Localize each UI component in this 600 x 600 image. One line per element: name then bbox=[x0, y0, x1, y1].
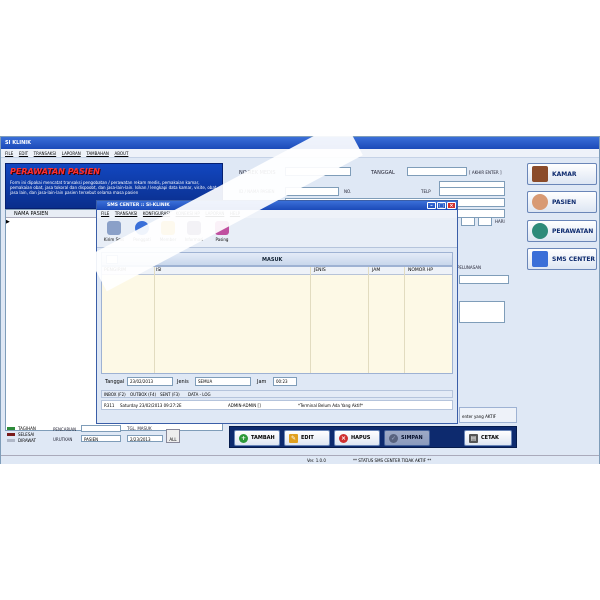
tambah-button[interactable]: + TAMBAH bbox=[234, 430, 280, 446]
door-icon bbox=[532, 166, 548, 182]
action-toolbar: + TAMBAH ✎ EDIT × HAPUS ✓ SIMPAN ▤ CETAK bbox=[229, 426, 517, 448]
hari-input-b[interactable] bbox=[478, 217, 492, 226]
pencil-icon: ✎ bbox=[289, 433, 298, 443]
telp-input[interactable] bbox=[439, 187, 505, 196]
sms-menu-transaksi[interactable]: TRANSAKSI bbox=[115, 211, 137, 216]
tab-outbox[interactable]: OUTBOX (F4) bbox=[130, 392, 156, 397]
nurse-icon bbox=[532, 223, 548, 239]
send-icon bbox=[107, 221, 121, 235]
all-button[interactable]: ALL bbox=[166, 429, 180, 443]
status-user: ADMIN-ADMIN [] bbox=[228, 403, 261, 408]
col-jenis: JENIS bbox=[314, 268, 326, 273]
status-bar: Ver. 1.0.0 ** STATUS SMS CENTER TIDAK AK… bbox=[1, 455, 599, 464]
pasien-button[interactable]: PASIEN bbox=[527, 191, 597, 213]
col-isi: ISI bbox=[156, 268, 162, 273]
hari-label: HARI bbox=[495, 219, 505, 224]
sms-menu-file[interactable]: FILE bbox=[101, 211, 109, 216]
simpan-button[interactable]: ✓ SIMPAN bbox=[384, 430, 430, 446]
phone-icon bbox=[532, 251, 548, 267]
col-nama-pasien: NAMA PASIEN bbox=[14, 211, 49, 217]
menu-file[interactable]: FILE bbox=[5, 151, 13, 156]
col-divider bbox=[154, 267, 155, 373]
pencarian-input[interactable] bbox=[81, 425, 121, 432]
form-header-desc: Form ini dipakai mencatat transaksi peng… bbox=[10, 180, 218, 195]
version-text: Ver. 1.0.0 bbox=[307, 458, 326, 463]
tgl-masuk-label: TGL. MASUK bbox=[127, 426, 152, 431]
sms-center-button[interactable]: SMS CENTER bbox=[527, 248, 597, 270]
sms-menu-bar: FILE TRANSAKSI KONFIGURASI KONEKSI HP LA… bbox=[97, 210, 457, 218]
tab-sent[interactable]: SENT (F3) bbox=[160, 392, 180, 397]
col-jam: JAM bbox=[372, 268, 381, 273]
form-header-title: PERAWATAN PASIEN bbox=[10, 167, 100, 176]
printer-icon: ▤ bbox=[469, 433, 478, 443]
no-label: NO. bbox=[344, 189, 352, 194]
akhir-enter-hint: [ AKHIR ENTER ] bbox=[469, 170, 502, 175]
menu-edit[interactable]: EDIT bbox=[19, 151, 28, 156]
legend-swatch bbox=[7, 426, 15, 430]
panel-title: MASUK bbox=[262, 257, 283, 263]
center-aktif-text: enter yang AKTIF bbox=[462, 414, 497, 419]
jenis-filter-select[interactable]: SEMUA bbox=[195, 377, 251, 386]
message-filter: Tanggal 23/02/2013 Jenis SEMUA Jam 00:23 bbox=[101, 376, 453, 388]
status-terminal: *Terminal Belum Ada Yang Aktif* bbox=[298, 403, 363, 408]
tgl-masuk-date[interactable]: 2/23/2013 bbox=[127, 435, 163, 442]
sms-window-title: SMS CENTER :: SI-KLINIK – □ × bbox=[97, 201, 457, 210]
tab-inbox[interactable]: INBOX (F2) bbox=[104, 392, 126, 397]
close-icon[interactable]: × bbox=[447, 202, 456, 209]
cetak-button[interactable]: ▤ CETAK bbox=[464, 430, 512, 446]
jam-filter-label: Jam bbox=[257, 379, 267, 385]
status-datetime: Saturday 23/02/2013 09:27:2E bbox=[120, 403, 182, 408]
sms-tabs: INBOX (F2) OUTBOX (F4) SENT (F3) DATA - … bbox=[101, 390, 453, 398]
col-nomor-hp: NOMOR HP bbox=[408, 268, 433, 273]
patient-icon bbox=[532, 194, 548, 210]
delete-icon: × bbox=[339, 433, 348, 443]
urutkan-label: URUTKAN bbox=[53, 437, 73, 442]
legend-swatch bbox=[7, 432, 15, 436]
col-divider bbox=[404, 267, 405, 373]
urutkan-select[interactable]: PASIEN bbox=[81, 435, 121, 442]
legend-item: DIRAWAT bbox=[7, 437, 36, 443]
keterangan-input[interactable] bbox=[459, 301, 505, 323]
pencarian-label: PENCARIAN bbox=[53, 427, 77, 432]
jenis-filter-label: Jenis bbox=[177, 379, 189, 385]
col-divider bbox=[368, 267, 369, 373]
plus-icon: + bbox=[239, 433, 248, 443]
check-icon: ✓ bbox=[389, 433, 398, 443]
tanggal-filter-select[interactable]: 23/02/2013 bbox=[127, 377, 173, 386]
sms-status-bar: R311 Saturday 23/02/2013 09:27:2E ADMIN-… bbox=[101, 400, 453, 410]
maximize-icon[interactable]: □ bbox=[437, 202, 446, 209]
col-divider bbox=[310, 267, 311, 373]
status-code: R311 bbox=[104, 403, 115, 408]
legend-swatch bbox=[7, 438, 15, 442]
edit-button[interactable]: ✎ EDIT bbox=[284, 430, 330, 446]
jam-filter-select[interactable]: 00:23 bbox=[273, 377, 297, 386]
kamar-button[interactable]: KAMAR bbox=[527, 163, 597, 185]
center-aktif-box: enter yang AKTIF bbox=[459, 407, 517, 423]
pelunasan-input[interactable] bbox=[459, 275, 509, 284]
message-grid[interactable]: PENGIRIM ISI JENIS JAM NOMOR HP bbox=[101, 266, 453, 374]
tanggal-filter-label: Tanggal bbox=[105, 379, 125, 385]
minimize-icon[interactable]: – bbox=[427, 202, 436, 209]
tab-data-log[interactable]: DATA - LOG bbox=[188, 392, 211, 397]
sms-status-text: ** STATUS SMS CENTER TIDAK AKTIF ** bbox=[353, 458, 432, 463]
pelunasan-label: PELUNASAN bbox=[457, 265, 481, 270]
telp-label: TELP bbox=[421, 189, 431, 194]
tanggal-label: TANGGAL bbox=[371, 170, 395, 176]
all-label: ALL bbox=[169, 437, 177, 442]
menu-laporan[interactable]: LAPORAN bbox=[62, 151, 81, 156]
status-legend: TAGIHAN SELESAI DIRAWAT bbox=[7, 425, 36, 443]
row-indicator: ▶ bbox=[6, 219, 10, 225]
hari-input-a[interactable] bbox=[461, 217, 475, 226]
tanggal-input[interactable] bbox=[407, 167, 467, 176]
menu-about[interactable]: ABOUT bbox=[114, 151, 128, 156]
hapus-button[interactable]: × HAPUS bbox=[334, 430, 380, 446]
perawatan-button[interactable]: PERAWATAN bbox=[527, 220, 597, 242]
menu-transaksi[interactable]: TRANSAKSI bbox=[34, 151, 56, 156]
menu-tambahan[interactable]: TAMBAHAN bbox=[86, 151, 109, 156]
